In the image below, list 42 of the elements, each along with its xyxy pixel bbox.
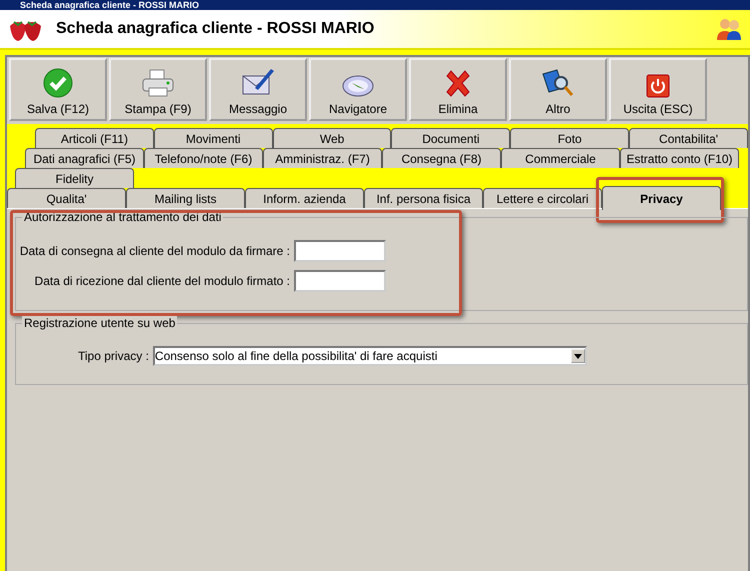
field-label: Data di consegna al cliente del modulo da firmare : (20, 244, 290, 258)
toolbar-button[interactable]: Uscita (ESC) (609, 58, 707, 121)
header-title: Scheda anagrafica cliente - ROSSI MARIO (56, 20, 376, 38)
toolbar-button[interactable]: Stampa (F9) (109, 58, 207, 121)
window-title: Scheda anagrafica cliente - ROSSI MARIO (0, 0, 750, 10)
group-title: Registrazione utente su web (22, 316, 178, 330)
tab[interactable]: Mailing lists (126, 188, 245, 208)
date-field[interactable] (294, 240, 386, 262)
field-label: Tipo privacy : (78, 349, 149, 363)
tab[interactable]: Telefono/note (F6) (144, 148, 263, 168)
tab[interactable]: Lettere e circolari (483, 188, 602, 208)
tab[interactable]: Documenti (391, 128, 510, 148)
users-icon (716, 17, 742, 41)
tab[interactable]: Amministraz. (F7) (263, 148, 382, 168)
tab[interactable]: Articoli (F11) (35, 128, 154, 148)
tab[interactable]: Consegna (F8) (382, 148, 501, 168)
tab[interactable]: Inform. azienda (245, 188, 364, 208)
dropdown-value: Consenso solo al fine della possibilita' di fare acquisti (154, 349, 438, 363)
tab[interactable]: Movimenti (154, 128, 273, 148)
toolbar-button[interactable]: Salva (F12) (9, 58, 107, 121)
toolbar-button[interactable]: Messaggio (209, 58, 307, 121)
toolbar-button[interactable]: Altro (509, 58, 607, 121)
date-field[interactable] (294, 270, 386, 292)
toolbar-button[interactable]: Navigatore (309, 58, 407, 121)
power-icon (646, 74, 670, 98)
tab[interactable]: Foto (510, 128, 630, 148)
tab[interactable]: Dati anagrafici (F5) (25, 148, 144, 168)
compass-icon (341, 74, 375, 98)
checkmark-icon (43, 68, 73, 98)
tab[interactable]: Contabilita' (629, 128, 748, 148)
printer-icon (141, 68, 175, 98)
book-magnifier-icon (541, 68, 575, 98)
field-label: Data di ricezione dal cliente del modulo firmato : (34, 274, 290, 288)
tab[interactable]: Web (272, 128, 392, 148)
tab[interactable]: Privacy (602, 186, 721, 210)
tab[interactable]: Fidelity (15, 168, 134, 188)
tab[interactable]: Inf. persona fisica (364, 188, 483, 208)
tab[interactable]: Commerciale (501, 148, 620, 168)
tab[interactable]: Estratto conto (F10) (620, 148, 739, 168)
privacy-dropdown[interactable]: Consenso solo al fine della possibilita' di fare acquisti (152, 346, 587, 366)
toolbar-button[interactable]: Elimina (409, 58, 507, 121)
tab[interactable]: Qualita' (7, 188, 126, 208)
